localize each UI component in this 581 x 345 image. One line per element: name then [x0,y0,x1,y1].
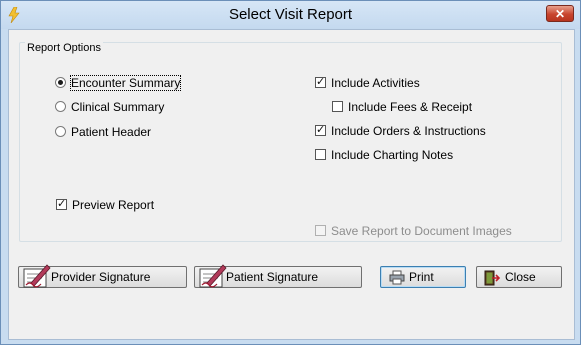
patient-signature-label: Patient Signature [226,270,319,284]
close-button[interactable]: Close [476,266,562,288]
checkbox-checked[interactable]: ✓ [56,199,67,211]
checkbox-checked[interactable]: ✓ [315,125,326,137]
checkbox-label-preview-report: Preview Report [72,198,155,212]
checkbox-unchecked[interactable] [332,101,343,113]
checkbox-label-include-fees-receipt: Include Fees & Receipt [348,100,473,114]
print-button[interactable]: Print [380,266,466,288]
signature-pen-icon [23,264,51,288]
checkbox-checked[interactable]: ✓ [315,77,326,89]
close-icon: ✕ [554,7,566,21]
radio-button[interactable] [55,126,66,138]
radio-label-patient-header: Patient Header [71,125,152,139]
checkbox-save-report-to-document-images: Save Report to Document Images [315,223,512,239]
radio-button-selected[interactable] [55,77,66,89]
radio-clinical-summary[interactable]: Clinical Summary [55,99,164,115]
close-label: Close [505,270,536,284]
radio-label-clinical-summary: Clinical Summary [71,100,165,114]
exit-door-icon [484,270,501,286]
printer-icon [389,270,405,285]
provider-signature-button[interactable]: Provider Signature [18,264,187,288]
dialog-window: Select Visit Report ✕ Report Options Enc… [0,0,581,345]
checkbox-include-orders-instructions[interactable]: ✓ Include Orders & Instructions [315,123,486,139]
signature-pen-icon [199,264,227,288]
radio-button[interactable] [55,101,66,113]
title-bar[interactable]: Select Visit Report ✕ [1,1,580,29]
patient-signature-button[interactable]: Patient Signature [194,264,362,288]
radio-label-encounter-summary: Encounter Summary [69,75,182,91]
radio-encounter-summary[interactable]: Encounter Summary [55,75,182,91]
window-close-button[interactable]: ✕ [546,5,574,22]
checkbox-include-fees-receipt[interactable]: Include Fees & Receipt [332,99,472,115]
radio-patient-header[interactable]: Patient Header [55,124,151,140]
checkbox-label-include-activities: Include Activities [331,76,420,90]
checkbox-disabled [315,225,326,237]
checkbox-label-include-orders-instructions: Include Orders & Instructions [331,124,486,138]
print-label: Print [409,270,434,284]
provider-signature-label: Provider Signature [51,270,151,284]
report-options-label: Report Options [25,42,103,54]
checkbox-include-activities[interactable]: ✓ Include Activities [315,75,420,91]
window-title: Select Visit Report [228,6,353,23]
checkbox-label-save-report: Save Report to Document Images [331,224,512,238]
checkbox-preview-report[interactable]: ✓ Preview Report [56,197,154,213]
checkbox-include-charting-notes[interactable]: Include Charting Notes [315,147,453,163]
checkbox-label-include-charting-notes: Include Charting Notes [331,148,454,162]
dialog-body: Report Options Encounter Summary Clinica… [8,29,575,340]
checkbox-unchecked[interactable] [315,149,326,161]
